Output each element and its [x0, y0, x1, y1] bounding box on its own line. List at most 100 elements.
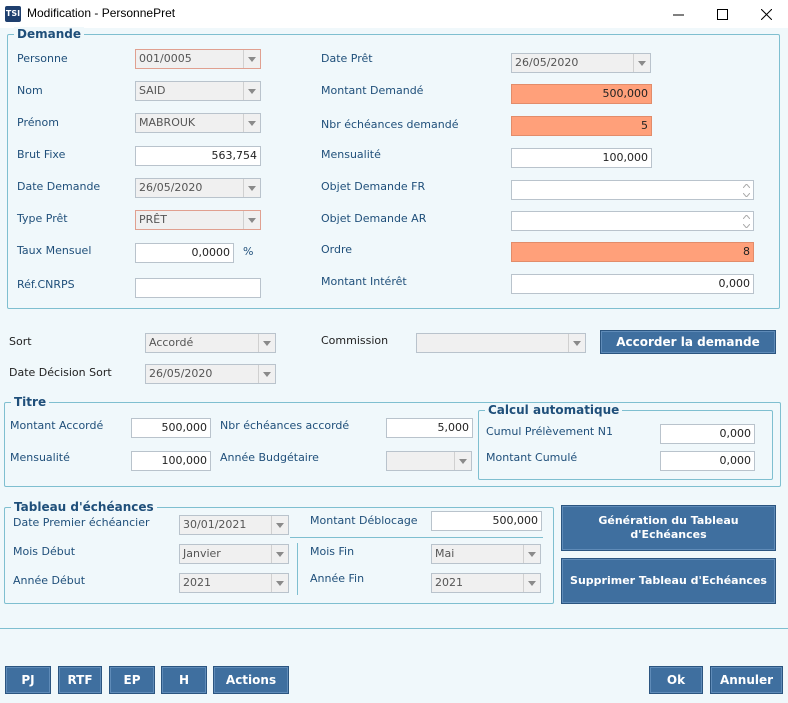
montant-demande-field[interactable]: 500,000 [511, 84, 652, 104]
footer-separator [0, 628, 788, 629]
montant-deblocage-label: Montant Déblocage [310, 514, 418, 527]
taux-mensuel-field[interactable]: 0,0000 [135, 243, 234, 263]
annee-debut-label: Année Début [13, 574, 86, 587]
objet-fr-field[interactable] [511, 180, 754, 200]
ordre-label: Ordre [321, 243, 353, 256]
ep-button[interactable]: EP [109, 666, 155, 694]
personne-label: Personne [17, 52, 68, 65]
sort-select[interactable]: Accordé [145, 333, 276, 353]
mensualite-accordee-label: Mensualité [10, 451, 70, 464]
chevron-down-icon [271, 574, 288, 592]
date-pret-picker[interactable]: 26/05/2020 [511, 53, 651, 73]
montant-cumule-label: Montant Cumulé [486, 451, 578, 464]
chevron-down-icon [454, 452, 471, 470]
nbr-accorde-label: Nbr échéances accordé [220, 419, 350, 432]
objet-fr-label: Objet Demande FR [321, 180, 426, 193]
chevron-down-icon [243, 211, 260, 229]
annuler-button[interactable]: Annuler [710, 666, 783, 694]
ordre-field[interactable]: 8 [511, 242, 754, 262]
prenom-select[interactable]: MABROUK [135, 113, 261, 133]
commission-label: Commission [321, 334, 389, 347]
date-demande-picker[interactable]: 26/05/2020 [135, 178, 261, 198]
mensualite-field[interactable]: 100,000 [511, 148, 652, 168]
h-button[interactable]: H [161, 666, 207, 694]
supprimer-tableau-button[interactable]: Supprimer Tableau d'Echéances [561, 558, 776, 604]
date-premier-picker[interactable]: 30/01/2021 [179, 515, 289, 535]
tableau-legend: Tableau d'échéances [11, 500, 157, 514]
ref-cnrps-field[interactable] [135, 278, 261, 298]
nbr-accorde-field[interactable]: 5,000 [386, 418, 473, 438]
nom-label: Nom [17, 84, 43, 97]
montant-deblocage-field[interactable]: 500,000 [431, 511, 542, 531]
annee-budgetaire-select[interactable] [386, 451, 472, 471]
mois-debut-select[interactable]: Janvier [179, 544, 289, 564]
window-title: Modification - PersonnePret [27, 6, 176, 20]
nbr-echeances-label: Nbr échéances demandé [321, 118, 459, 131]
accorder-demande-button[interactable]: Accorder la demande [600, 330, 776, 354]
annee-fin-select[interactable]: 2021 [431, 573, 541, 593]
chevron-down-icon [258, 365, 275, 383]
type-pret-label: Type Prêt [17, 212, 68, 225]
chevron-down-icon [568, 334, 585, 352]
demande-legend: Demande [14, 27, 84, 41]
chevron-down-icon [258, 334, 275, 352]
date-decision-label: Date Décision Sort [9, 366, 112, 379]
nom-select[interactable]: SAID [135, 81, 261, 101]
montant-cumule-field[interactable]: 0,000 [660, 451, 755, 471]
montant-interet-field[interactable]: 0,000 [511, 274, 754, 294]
date-pret-label: Date Prêt [321, 52, 373, 65]
montant-demande-label: Montant Demandé [321, 84, 424, 97]
mois-fin-select[interactable]: Mai [431, 544, 541, 564]
montant-accorde-field[interactable]: 500,000 [131, 418, 211, 438]
date-decision-picker[interactable]: 26/05/2020 [145, 364, 276, 384]
chevron-down-icon [271, 516, 288, 534]
type-pret-select[interactable]: PRÊT [135, 210, 261, 230]
demande-group: Demande [7, 27, 780, 309]
ref-cnrps-label: Réf.CNRPS [17, 278, 75, 291]
chevron-down-icon [271, 545, 288, 563]
pj-button[interactable]: PJ [5, 666, 51, 694]
chevron-down-icon [523, 574, 540, 592]
generer-tableau-button[interactable]: Génération du Tableau d'Echéances [561, 505, 776, 551]
montant-interet-label: Montant Intérêt [321, 275, 407, 288]
title-bar: TSI Modification - PersonnePret [0, 0, 788, 28]
annee-debut-select[interactable]: 2021 [179, 573, 289, 593]
annee-fin-label: Année Fin [310, 572, 365, 585]
nbr-echeances-field[interactable]: 5 [511, 116, 652, 136]
minimize-icon [672, 14, 684, 15]
app-logo-icon: TSI [5, 6, 21, 22]
date-demande-label: Date Demande [17, 180, 101, 193]
tableau-column-divider [297, 543, 298, 595]
sort-label: Sort [9, 335, 32, 348]
cumul-field[interactable]: 0,000 [660, 424, 755, 444]
spin-down-icon[interactable] [741, 222, 751, 230]
rtf-button[interactable]: RTF [58, 666, 102, 694]
cumul-label: Cumul Prélèvement N1 [486, 425, 613, 438]
calcul-legend: Calcul automatique [485, 403, 623, 417]
spin-down-icon[interactable] [741, 191, 751, 199]
montant-accorde-label: Montant Accordé [10, 419, 104, 432]
spin-up-icon[interactable] [741, 213, 751, 221]
chevron-down-icon [243, 179, 260, 197]
commission-select[interactable] [416, 333, 586, 353]
prenom-label: Prénom [17, 116, 59, 129]
objet-ar-field[interactable] [511, 211, 754, 231]
objet-ar-label: Objet Demande AR [321, 212, 427, 225]
brut-fixe-field[interactable]: 563,754 [135, 146, 261, 166]
ok-button[interactable]: Ok [649, 666, 703, 694]
chevron-down-icon [633, 54, 650, 72]
titre-legend: Titre [11, 395, 50, 409]
maximize-button[interactable] [700, 0, 744, 28]
actions-button[interactable]: Actions [213, 666, 289, 694]
percent-unit: % [243, 245, 254, 258]
maximize-icon [716, 8, 728, 20]
spin-up-icon[interactable] [741, 182, 751, 190]
mensualite-accordee-field[interactable]: 100,000 [131, 451, 211, 471]
chevron-down-icon [243, 114, 260, 132]
tableau-divider [290, 537, 543, 538]
close-button[interactable] [744, 0, 788, 28]
minimize-button[interactable] [656, 0, 700, 28]
mensualite-label: Mensualité [321, 148, 381, 161]
mois-fin-label: Mois Fin [310, 545, 355, 558]
personne-select[interactable]: 001/0005 [135, 49, 261, 69]
